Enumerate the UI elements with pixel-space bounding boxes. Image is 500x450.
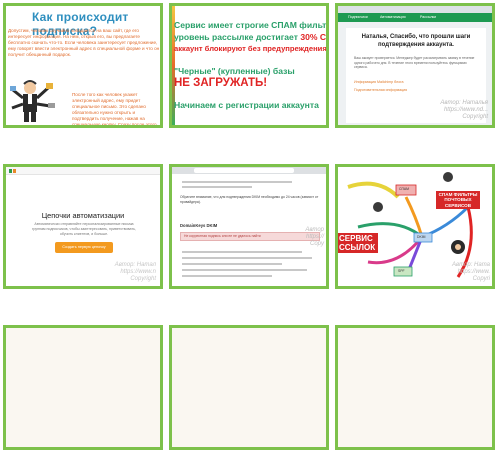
thumbnail-placeholder [169,325,329,450]
nav-item: Рассылки [420,15,437,19]
nav-item: Автоматизация [380,15,406,19]
spam-filters-label: СПАМ ФИЛЬТРЫ ПОЧТОВЫХ СЕРВИСОВ [436,191,480,210]
thumbnail-spam-filter-slide[interactable]: Сервис имеет строгие СПАМ фильтры уровен… [169,3,329,128]
page-heading: Цепочки автоматизации [41,211,125,220]
thumbnail-body-text: Допустим, человек случайно попадается на… [8,28,160,57]
nav-item: Подписчики [348,15,368,19]
thumbnail-body-text-2: После того как человек укажет электронны… [72,92,157,125]
thumbnail-mind-map[interactable]: СПАМ DKIM SPF СПАМ ФИЛЬТРЫ ПОЧТОВЫХ СЕРВ… [335,164,495,289]
author-watermark: Автор https:// Copy [305,227,324,247]
thumbnail-confirmation-page[interactable]: Подписчики Автоматизация Рассылки Наталь… [335,3,495,128]
browser-bar [172,167,326,174]
slide-line-warning: НЕ ЗАГРУЖАТЬ! [174,77,268,89]
slide-line: Начинаем с регистрации аккаунта [174,100,319,110]
node-label: DKIM [417,235,426,239]
node-label: СПАМ [399,187,409,191]
text-placeholder-line [182,186,252,188]
dkim-warning: Не корректная подпись или ее не удалось … [180,232,320,241]
text-placeholder-line [182,251,302,253]
slide-line: уровень рассылке достигает 30% СПАМ [174,32,326,42]
businessman-illustration-icon [10,80,55,122]
service-label: СЕРВИС ССЫЛОК [338,233,379,253]
thumbnail-placeholder [3,325,163,450]
browser-bar [338,6,492,13]
top-nav: Подписчики Автоматизация Рассылки [338,13,492,22]
text-placeholder-line [182,269,307,271]
text-placeholder-line [182,263,282,265]
text-placeholder-line [182,257,312,259]
thumbnail-dkim-settings[interactable]: Обратите внимание, что для подтверждения… [169,164,329,289]
author-watermark: Автор: Ната https://www. Copyri [452,262,490,282]
page-description: Автоматически отправляйте персонализиров… [32,222,136,236]
author-watermark: Автор: Наталья https://www.nd... Copyrig… [440,100,488,120]
app-header [6,167,160,175]
text-placeholder-line [182,275,272,277]
card-text: Ваш аккаунт проверяется. Менеджер будет … [354,56,475,70]
author-watermark: Автор: Натал https://www.n Copyright [114,262,156,282]
card-link: Информация Mailchimp блога [354,80,404,84]
dkim-note: Обратите внимание, что для подтверждения… [180,195,319,204]
thumbnail-automation-chains[interactable]: Цепочки автоматизации Автоматически отпр… [3,164,163,289]
slide-line: Сервис имеет строгие СПАМ фильтры [174,20,326,30]
create-chain-button: Создать первую цепочку [55,242,113,253]
card-heading: Наталья, Спасибо, что прошли шаги подтве… [361,34,471,48]
dkim-label: DomainKeys DKIM [180,223,218,228]
thumbnail-subscription-article[interactable]: Как происходит подписка? Допустим, челов… [3,3,163,128]
slide-line: "Черные" (купленные) базы [174,66,295,76]
card-link: Подготовительная информация [354,88,408,92]
node-label: SPF [398,269,405,273]
thumbnail-placeholder [335,325,495,450]
text-placeholder-line [182,181,292,183]
slide-line-warning: аккаунт блокируют без предупреждения [174,44,326,53]
